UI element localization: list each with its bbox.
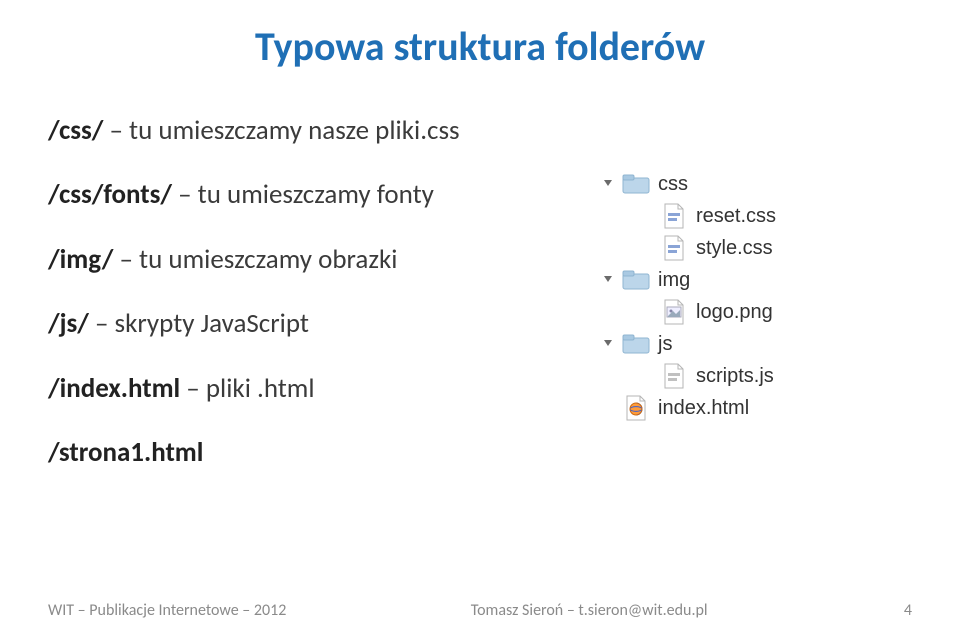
folder-description-list: /css/ – tu umieszczamy nasze pliki.css/c…	[48, 113, 572, 500]
page-title: Typowa struktura folderów	[48, 22, 912, 71]
tree-file-row: scripts.js	[602, 360, 912, 392]
description-item: /css/ – tu umieszczamy nasze pliki.css	[48, 113, 572, 149]
path-label: /js/	[48, 307, 89, 340]
tree-file-row: reset.css	[602, 200, 912, 232]
folder-icon	[622, 173, 650, 195]
page-number: 4	[892, 601, 912, 620]
path-description: – tu umieszczamy nasze pliki.css	[103, 114, 459, 147]
path-label: /css/fonts/	[48, 178, 172, 211]
path-label: /index.html	[48, 372, 180, 405]
tree-folder-row: js	[602, 328, 912, 360]
path-description: – skrypty JavaScript	[89, 307, 309, 340]
path-label: /img/	[48, 243, 113, 276]
description-item: /js/ – skrypty JavaScript	[48, 306, 572, 342]
footer-left: WIT – Publikacje Internetowe – 2012	[48, 601, 286, 620]
tree-folder-row: img	[602, 264, 912, 296]
tree-file-row: style.css	[602, 232, 912, 264]
path-description: – tu umieszczamy fonty	[172, 178, 434, 211]
folder-icon	[622, 333, 650, 355]
tree-item-label: reset.css	[696, 205, 776, 228]
slide: Typowa struktura folderów /css/ – tu umi…	[0, 0, 960, 640]
content-row: /css/ – tu umieszczamy nasze pliki.css/c…	[48, 113, 912, 500]
tree-item-label: logo.png	[696, 301, 773, 324]
file-icon	[622, 397, 650, 419]
file-icon	[660, 301, 688, 323]
file-icon	[660, 365, 688, 387]
tree-item-label: index.html	[658, 397, 749, 420]
description-item: /index.html – pliki .html	[48, 371, 572, 407]
tree-item-label: scripts.js	[696, 365, 774, 388]
description-item: /img/ – tu umieszczamy obrazki	[48, 242, 572, 278]
disclosure-triangle-icon	[602, 273, 616, 287]
footer: WIT – Publikacje Internetowe – 2012 Toma…	[48, 601, 912, 620]
path-description: – pliki .html	[180, 372, 314, 405]
tree-item-label: css	[658, 173, 688, 196]
tree-folder-row: css	[602, 168, 912, 200]
path-label: /strona1.html	[48, 436, 203, 469]
path-label: /css/	[48, 114, 103, 147]
disclosure-triangle-icon	[602, 337, 616, 351]
path-description: – tu umieszczamy obrazki	[113, 243, 397, 276]
footer-center: Tomasz Sieroń – t.sieron@wit.edu.pl	[471, 601, 708, 620]
tree-file-row: logo.png	[602, 296, 912, 328]
tree-item-label: style.css	[696, 237, 773, 260]
tree-item-label: img	[658, 269, 690, 292]
file-icon	[660, 237, 688, 259]
description-item: /css/fonts/ – tu umieszczamy fonty	[48, 177, 572, 213]
description-item: /strona1.html	[48, 435, 572, 471]
disclosure-triangle-icon	[602, 177, 616, 191]
folder-icon	[622, 269, 650, 291]
tree-file-row: index.html	[602, 392, 912, 424]
file-icon	[660, 205, 688, 227]
tree-item-label: js	[658, 333, 672, 356]
file-tree: css reset.css style.css img logo.png js script…	[602, 113, 912, 500]
